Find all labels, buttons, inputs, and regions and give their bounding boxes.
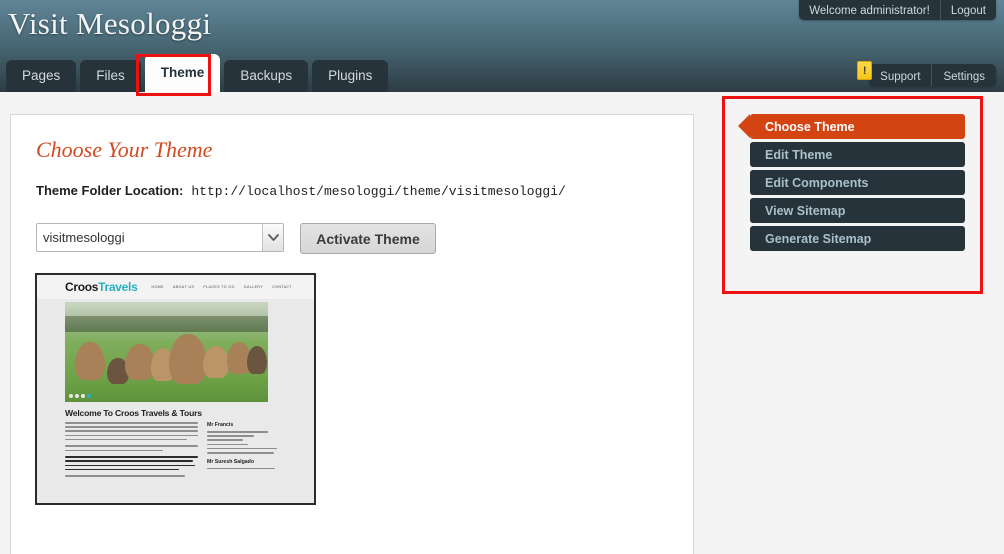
logout-button[interactable]: Logout: [939, 0, 996, 20]
preview-columns: Mr Francis Mr Suresh Salgado: [65, 422, 283, 479]
theme-preview[interactable]: CroosTravels HOME ABOUT US PLACES TO GO …: [35, 273, 316, 505]
sidebar-item-label: Choose Theme: [765, 119, 855, 134]
tab-plugins[interactable]: Plugins: [312, 60, 389, 92]
sidebar-item-choose-theme[interactable]: Choose Theme: [738, 114, 965, 139]
theme-select-wrapper: visitmesologgi: [36, 223, 284, 252]
preview-site-header: CroosTravels HOME ABOUT US PLACES TO GO …: [37, 275, 314, 299]
preview-nav-item: HOME: [151, 285, 164, 289]
preview-logo: CroosTravels: [65, 280, 138, 294]
preview-text-column: [65, 422, 198, 479]
support-button[interactable]: Support: [869, 64, 931, 86]
slider-dot[interactable]: [69, 394, 73, 398]
tab-theme[interactable]: Theme: [144, 54, 221, 92]
tab-pages[interactable]: Pages: [6, 60, 77, 92]
slider-dot[interactable]: [81, 394, 85, 398]
theme-folder-row: Theme Folder Location: http://localhost/…: [36, 183, 566, 199]
preview-logo-second: Travels: [98, 280, 138, 294]
preview-contact-name-1: Mr Francis: [207, 422, 234, 428]
slider-dot-active[interactable]: [87, 394, 91, 398]
sidebar-item-label: View Sitemap: [765, 203, 846, 218]
sidebar-item-label: Edit Theme: [765, 147, 833, 162]
activate-theme-button[interactable]: Activate Theme: [300, 223, 436, 254]
sidebar-item-label: Generate Sitemap: [765, 231, 872, 246]
elephant-shape: [247, 346, 267, 374]
content-panel: Choose Your Theme Theme Folder Location:…: [10, 114, 694, 554]
sidebar-item-label: Edit Components: [765, 175, 869, 190]
tab-files[interactable]: Files: [80, 60, 141, 92]
preview-nav: HOME ABOUT US PLACES TO GO GALLERY CONTA…: [151, 285, 292, 289]
elephant-shape: [169, 334, 207, 384]
preview-body-heading: Welcome To Croos Travels & Tours: [65, 408, 202, 418]
support-settings-group: ! Support Settings: [857, 61, 996, 86]
page-title: Visit Mesologgi: [8, 6, 212, 41]
sidebar-item-generate-sitemap[interactable]: Generate Sitemap: [750, 226, 965, 251]
sidebar-item-view-sitemap[interactable]: View Sitemap: [750, 198, 965, 223]
tab-backups[interactable]: Backups: [224, 60, 309, 92]
preview-nav-item: GALLERY: [243, 285, 264, 289]
section-heading: Choose Your Theme: [36, 137, 213, 162]
slider-dot[interactable]: [75, 394, 79, 398]
preview-nav-item: PLACES TO GO: [203, 285, 235, 289]
theme-folder-label: Theme Folder Location:: [36, 183, 184, 198]
theme-folder-path: http://localhost/mesologgi/theme/visitme…: [191, 184, 566, 199]
preview-logo-first: Croos: [65, 280, 99, 294]
preview-body: Welcome To Croos Travels & Tours Mr Fran…: [65, 408, 283, 479]
elephant-shape: [203, 346, 229, 378]
preview-contact-column: Mr Francis Mr Suresh Salgado: [207, 422, 283, 479]
hero-treeline: [65, 316, 268, 332]
welcome-text: Welcome administrator!: [809, 5, 930, 17]
theme-controls: visitmesologgi Activate Theme: [36, 223, 436, 254]
main-tabs: Pages Files Theme Backups Plugins: [6, 54, 392, 92]
preview-nav-item: ABOUT US: [172, 285, 195, 289]
elephant-shape: [75, 342, 105, 380]
theme-side-menu: Choose Theme Edit Theme Edit Components …: [738, 114, 965, 254]
slider-dots[interactable]: [69, 394, 91, 398]
sidebar-item-edit-components[interactable]: Edit Components: [750, 170, 965, 195]
admin-page: Visit Mesologgi Welcome administrator! L…: [0, 0, 1004, 554]
preview-hero-image: [65, 302, 268, 402]
site-header: Visit Mesologgi Welcome administrator! L…: [0, 0, 1004, 92]
preview-nav-item: CONTACT: [272, 285, 293, 289]
alert-icon: !: [857, 61, 873, 80]
settings-button[interactable]: Settings: [931, 64, 996, 86]
account-bar: Welcome administrator! Logout: [799, 0, 996, 20]
theme-select[interactable]: visitmesologgi: [36, 223, 284, 252]
preview-contact-name-2: Mr Suresh Salgado: [207, 458, 254, 465]
sidebar-item-edit-theme[interactable]: Edit Theme: [750, 142, 965, 167]
